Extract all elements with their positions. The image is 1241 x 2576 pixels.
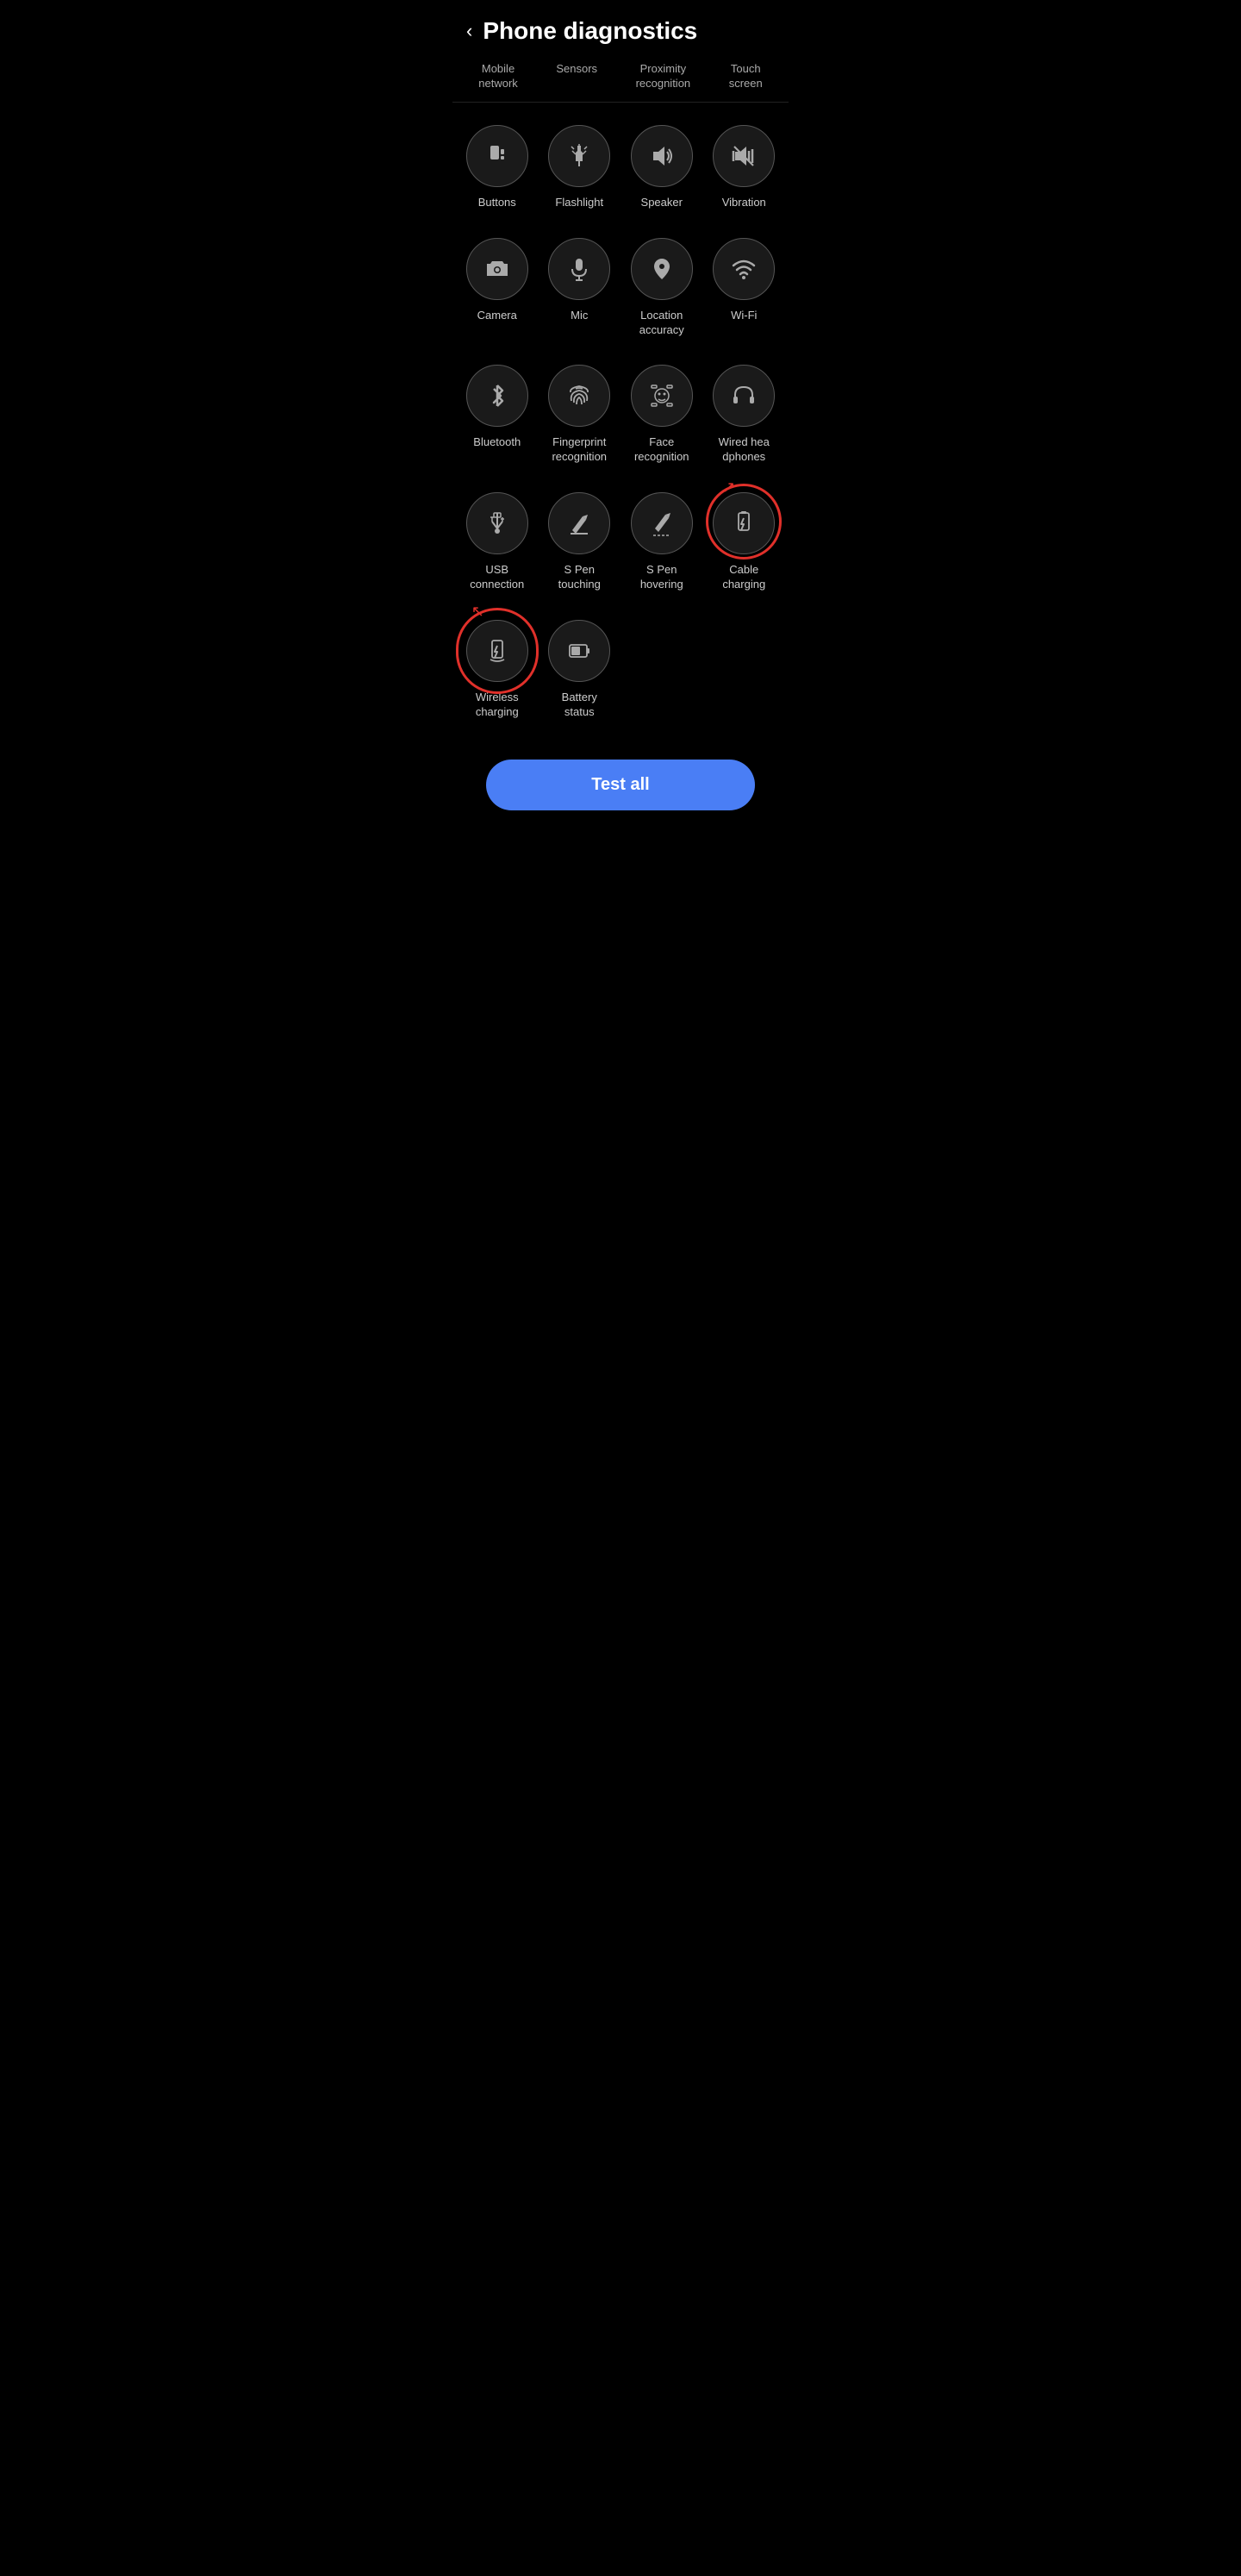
camera-label: Camera (477, 309, 517, 323)
wifi-icon-circle (713, 238, 775, 300)
grid-item-face[interactable]: Facerecognition (620, 349, 703, 477)
tab-touch-screen[interactable]: Touchscreen (729, 62, 763, 91)
location-icon (648, 255, 676, 283)
location-label: Locationaccuracy (639, 309, 684, 338)
grid-item-bluetooth[interactable]: Bluetooth (456, 349, 539, 477)
spen-hover-icon-circle (631, 492, 693, 554)
spen-touching-label: S Pentouching (558, 563, 601, 592)
grid-item-speaker[interactable]: Speaker (620, 109, 703, 222)
speaker-label: Speaker (641, 196, 683, 210)
page-title: Phone diagnostics (483, 17, 697, 45)
fingerprint-icon (565, 382, 593, 410)
battery-icon-circle (548, 620, 610, 682)
bluetooth-icon (483, 382, 511, 410)
bluetooth-icon-circle (466, 365, 528, 427)
grid-item-flashlight[interactable]: Flashlight (539, 109, 621, 222)
wireless-charging-label: Wirelesscharging (476, 691, 519, 720)
spen-hovering-label: S Penhovering (640, 563, 683, 592)
buttons-icon-circle (466, 125, 528, 187)
camera-icon-circle (466, 238, 528, 300)
speaker-icon-circle (631, 125, 693, 187)
spen-touch-icon-circle (548, 492, 610, 554)
wifi-label: Wi-Fi (731, 309, 757, 323)
vibration-icon-circle (713, 125, 775, 187)
camera-icon (483, 255, 511, 283)
diagnostics-grid: Buttons Flashlight Speaker (452, 103, 789, 739)
header: ‹ Phone diagnostics (452, 0, 789, 59)
usb-icon (483, 510, 511, 537)
grid-item-fingerprint[interactable]: Fingerprintrecognition (539, 349, 621, 477)
wireless-charge-icon-circle (466, 620, 528, 682)
grid-item-location[interactable]: Locationaccuracy (620, 222, 703, 350)
grid-item-usb[interactable]: USBconnection (456, 477, 539, 604)
vibration-label: Vibration (722, 196, 766, 210)
buttons-label: Buttons (478, 196, 516, 210)
fingerprint-icon-circle (548, 365, 610, 427)
back-button[interactable]: ‹ (466, 20, 472, 42)
grid-item-spen-hovering[interactable]: S Penhovering (620, 477, 703, 604)
grid-item-wifi[interactable]: Wi-Fi (703, 222, 786, 350)
buttons-icon (483, 142, 511, 170)
grid-item-wired-headphones[interactable]: Wired headphones (703, 349, 786, 477)
vibration-icon (730, 142, 758, 170)
usb-label: USBconnection (470, 563, 524, 592)
tab-mobile-network[interactable]: Mobilenetwork (478, 62, 518, 91)
spen-touch-icon (565, 510, 593, 537)
grid-item-camera[interactable]: Camera (456, 222, 539, 350)
wifi-icon (730, 255, 758, 283)
face-icon-circle (631, 365, 693, 427)
headphones-icon-circle (713, 365, 775, 427)
headphones-icon (730, 382, 758, 410)
grid-item-buttons[interactable]: Buttons (456, 109, 539, 222)
grid-item-battery[interactable]: Batterystatus (539, 604, 621, 732)
tab-proximity[interactable]: Proximityrecognition (636, 62, 691, 91)
fingerprint-label: Fingerprintrecognition (552, 435, 607, 465)
grid-item-spen-touching[interactable]: S Pentouching (539, 477, 621, 604)
cable-charge-icon-circle (713, 492, 775, 554)
spen-hover-icon (648, 510, 676, 537)
tab-sensors[interactable]: Sensors (556, 62, 597, 91)
cable-charge-icon (730, 510, 758, 537)
battery-icon (565, 637, 593, 665)
test-all-button[interactable]: Test all (486, 760, 755, 810)
grid-item-cable-charging[interactable]: ↗ Cablecharging (703, 477, 786, 604)
location-icon-circle (631, 238, 693, 300)
face-icon (648, 382, 676, 410)
mic-icon-circle (548, 238, 610, 300)
headphones-label: Wired headphones (719, 435, 770, 465)
grid-item-mic[interactable]: Mic (539, 222, 621, 350)
top-tabs: Mobilenetwork Sensors Proximityrecogniti… (452, 59, 789, 103)
bluetooth-label: Bluetooth (473, 435, 521, 450)
flashlight-label: Flashlight (555, 196, 603, 210)
mic-label: Mic (571, 309, 588, 323)
battery-label: Batterystatus (562, 691, 597, 720)
mic-icon (565, 255, 593, 283)
flashlight-icon-circle (548, 125, 610, 187)
speaker-icon (648, 142, 676, 170)
face-label: Facerecognition (634, 435, 689, 465)
flashlight-icon (565, 142, 593, 170)
grid-item-vibration[interactable]: Vibration (703, 109, 786, 222)
grid-item-wireless-charging[interactable]: ↖ Wirelesscharging (456, 604, 539, 732)
usb-icon-circle (466, 492, 528, 554)
wireless-charge-icon (483, 637, 511, 665)
cable-charging-label: Cablecharging (722, 563, 765, 592)
